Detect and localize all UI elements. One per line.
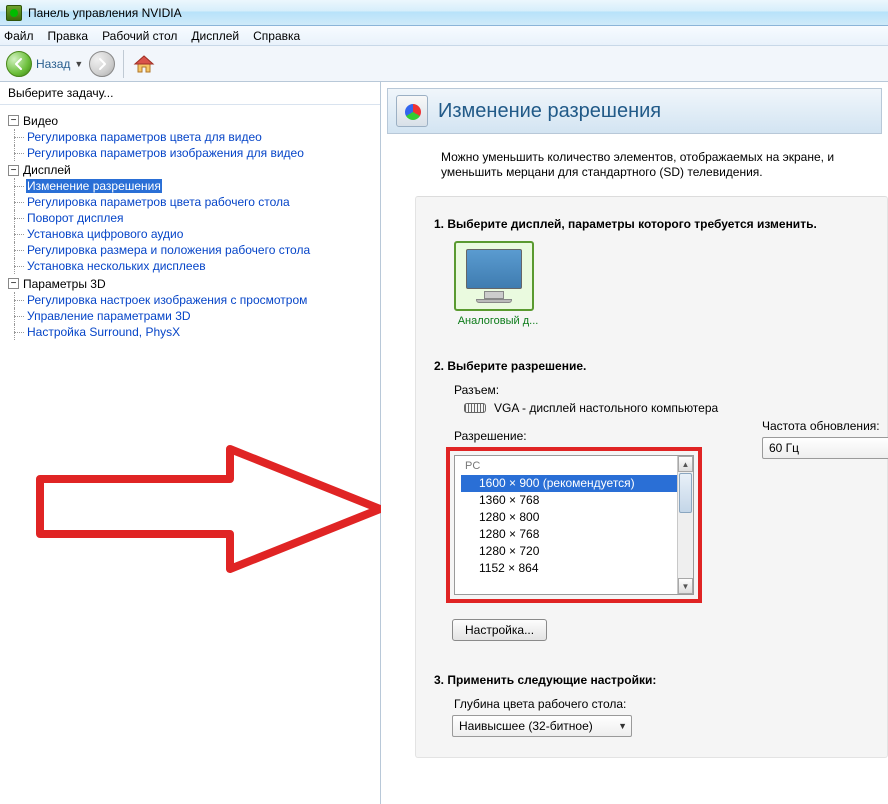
menu-edit[interactable]: Правка — [48, 29, 89, 43]
tree-group[interactable]: −Дисплей — [8, 162, 71, 178]
tree-item[interactable]: Регулировка параметров изображения для в… — [26, 146, 305, 160]
color-depth-combo[interactable]: Наивысшее (32-битное) ▼ — [452, 715, 632, 737]
resolution-option[interactable]: 1152 × 864 — [461, 560, 677, 577]
resolution-option[interactable]: 1280 × 720 — [461, 543, 677, 560]
refresh-rate-label: Частота обновления: — [762, 419, 888, 433]
tree-item[interactable]: Регулировка размера и положения рабочего… — [26, 243, 311, 257]
task-pane: Выберите задачу... −ВидеоРегулировка пар… — [0, 82, 381, 804]
step1-label: 1. Выберите дисплей, параметры которого … — [434, 217, 869, 231]
tree-item[interactable]: Поворот дисплея — [26, 211, 125, 225]
refresh-rate-combo[interactable]: 60 Гц ▼ — [762, 437, 888, 459]
expander-icon[interactable]: − — [8, 278, 19, 289]
page-header: Изменение разрешения — [387, 88, 882, 134]
home-button[interactable] — [132, 52, 156, 76]
color-depth-label: Глубина цвета рабочего стола: — [454, 697, 869, 711]
expander-icon[interactable]: − — [8, 115, 19, 126]
resolution-highlight: PC1600 × 900 (рекомендуется)1360 × 76812… — [446, 447, 702, 603]
back-dropdown-icon[interactable]: ▼ — [74, 59, 83, 69]
page-description: Можно уменьшить количество элементов, от… — [441, 150, 881, 180]
menu-bar: Файл Правка Рабочий стол Дисплей Справка — [0, 26, 888, 46]
menu-display[interactable]: Дисплей — [191, 29, 239, 43]
resolution-group-label: PC — [465, 458, 677, 475]
page-title: Изменение разрешения — [438, 100, 661, 123]
resolution-icon — [396, 95, 428, 127]
back-button[interactable]: Назад ▼ — [6, 51, 89, 77]
forward-button[interactable] — [89, 51, 115, 77]
resolution-scrollbar[interactable]: ▲ ▼ — [677, 456, 693, 594]
resolution-label: Разрешение: — [454, 429, 702, 443]
refresh-rate-value: 60 Гц — [769, 441, 799, 455]
content-pane: Изменение разрешения Можно уменьшить кол… — [381, 82, 888, 804]
tree-group-label: Параметры 3D — [23, 276, 106, 292]
tree-item[interactable]: Настройка Surround, PhysX — [26, 325, 181, 339]
expander-icon[interactable]: − — [8, 165, 19, 176]
tree-item[interactable]: Регулировка настроек изображения с просм… — [26, 293, 308, 307]
color-depth-value: Наивысшее (32-битное) — [459, 719, 593, 733]
tree-item[interactable]: Регулировка параметров цвета для видео — [26, 130, 263, 144]
resolution-option[interactable]: 1280 × 768 — [461, 526, 677, 543]
menu-help[interactable]: Справка — [253, 29, 300, 43]
resolution-option[interactable]: 1280 × 800 — [461, 509, 677, 526]
nvidia-icon — [6, 5, 22, 21]
home-icon — [133, 53, 155, 75]
connector-label: Разъем: — [454, 383, 869, 397]
toolbar: Назад ▼ — [0, 46, 888, 82]
toolbar-separator — [123, 50, 124, 78]
scroll-down-icon[interactable]: ▼ — [678, 578, 693, 594]
step2-label: 2. Выберите разрешение. — [434, 359, 869, 373]
tree-group[interactable]: −Видео — [8, 113, 58, 129]
resolution-option[interactable]: 1360 × 768 — [461, 492, 677, 509]
tree-group-label: Дисплей — [23, 162, 71, 178]
resolution-listbox[interactable]: PC1600 × 900 (рекомендуется)1360 × 76812… — [454, 455, 694, 595]
tree-item[interactable]: Изменение разрешения — [26, 179, 162, 193]
tree-item[interactable]: Установка нескольких дисплеев — [26, 259, 207, 273]
menu-desktop[interactable]: Рабочий стол — [102, 29, 177, 43]
resolution-option[interactable]: 1600 × 900 (рекомендуется) — [461, 475, 677, 492]
scroll-up-icon[interactable]: ▲ — [678, 456, 693, 472]
back-label: Назад — [36, 57, 70, 71]
tree-item[interactable]: Установка цифрового аудио — [26, 227, 184, 241]
connector-value: VGA - дисплей настольного компьютера — [494, 401, 718, 415]
window-titlebar: Панель управления NVIDIA — [0, 0, 888, 26]
tree-group[interactable]: −Параметры 3D — [8, 276, 106, 292]
tree-item[interactable]: Регулировка параметров цвета рабочего ст… — [26, 195, 291, 209]
window-title: Панель управления NVIDIA — [28, 6, 182, 20]
tree-group-label: Видео — [23, 113, 58, 129]
back-arrow-icon — [6, 51, 32, 77]
tree-item[interactable]: Управление параметрами 3D — [26, 309, 192, 323]
vga-icon — [464, 403, 486, 413]
display-name: Аналоговый д... — [454, 315, 542, 327]
task-tree: −ВидеоРегулировка параметров цвета для в… — [0, 105, 380, 804]
step3-label: 3. Применить следующие настройки: — [434, 673, 869, 687]
chevron-down-icon: ▼ — [618, 721, 627, 731]
display-thumbnail[interactable] — [454, 241, 534, 311]
customize-button[interactable]: Настройка... — [452, 619, 547, 641]
scroll-thumb[interactable] — [679, 473, 692, 513]
menu-file[interactable]: Файл — [4, 29, 34, 43]
task-header: Выберите задачу... — [0, 82, 380, 105]
